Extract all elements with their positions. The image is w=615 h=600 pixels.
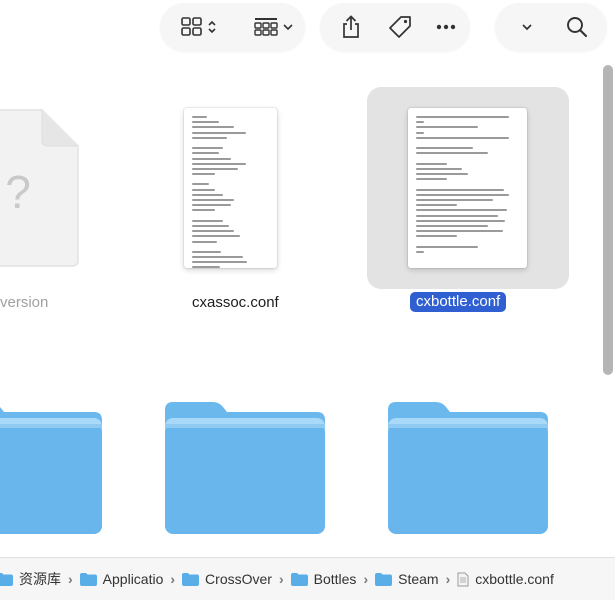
search-icon: [567, 17, 588, 38]
nav-group: [495, 3, 607, 51]
path-label: Steam: [398, 571, 439, 587]
path-separator: ›: [278, 571, 284, 587]
path-item-steam[interactable]: Steam: [375, 571, 439, 587]
file-label-cxassoc: cxassoc.conf: [192, 294, 279, 311]
chevron-down-icon: [282, 24, 293, 31]
actions-group: [320, 3, 470, 51]
document-preview: [192, 116, 269, 268]
path-item-library[interactable]: 资源库: [0, 569, 61, 589]
path-label: Bottles: [313, 571, 357, 587]
folder-item[interactable]: [0, 400, 104, 535]
share-button[interactable]: [328, 3, 374, 51]
finder-window: ? version cxassoc.conf cxbottle.conf 资源库…: [0, 0, 615, 600]
group-by-icon: [253, 18, 278, 36]
path-item-cxbottle[interactable]: cxbottle.conf: [457, 571, 554, 587]
file-item-cxbottle[interactable]: [408, 108, 527, 268]
share-icon: [343, 15, 359, 38]
path-label: cxbottle.conf: [475, 571, 554, 587]
path-item-crossover[interactable]: CrossOver: [182, 571, 272, 587]
up-down-chevron-icon: [208, 20, 216, 34]
generic-file-icon: ?: [0, 109, 79, 267]
tag-icon: [389, 16, 411, 38]
path-item-applications[interactable]: Applicatio: [79, 571, 164, 587]
folder-icon: [165, 402, 325, 534]
folder-icon: [0, 572, 13, 586]
tag-button[interactable]: [378, 3, 422, 51]
more-button[interactable]: [426, 3, 466, 51]
path-label: Applicatio: [102, 571, 164, 587]
file-label-cxbottle: cxbottle.conf: [410, 292, 507, 312]
folder-icon: [79, 572, 97, 586]
folder-item[interactable]: [161, 400, 327, 535]
folder-icon: [182, 572, 200, 586]
file-item-cxassoc[interactable]: [184, 108, 277, 268]
overflow-chevron-button[interactable]: [509, 3, 545, 51]
path-separator: ›: [68, 571, 73, 587]
file-icon: [457, 572, 469, 586]
search-button[interactable]: [557, 3, 597, 51]
view-mode-button[interactable]: [168, 3, 230, 51]
view-options-group: [160, 3, 305, 51]
grid-view-icon: [181, 17, 202, 36]
file-item-version[interactable]: ?: [0, 108, 80, 268]
toolbar: [0, 0, 615, 62]
group-by-button[interactable]: [244, 3, 302, 51]
path-label: CrossOver: [205, 571, 272, 587]
path-label: 资源库: [19, 571, 61, 587]
vertical-scrollbar[interactable]: [603, 65, 613, 375]
path-bar: 资源库 › Applicatio › CrossOver › Bottles ›: [0, 557, 615, 600]
file-label-version: version: [0, 294, 49, 311]
chevron-down-icon: [522, 24, 532, 31]
folder-icon: [0, 407, 102, 534]
folder-icon: [375, 572, 393, 586]
document-preview: [416, 116, 519, 260]
folder-icon: [290, 572, 308, 586]
path-separator: ›: [170, 571, 176, 587]
more-icon: [436, 24, 456, 30]
folder-item[interactable]: [384, 400, 550, 535]
svg-text:?: ?: [5, 166, 31, 218]
folder-icon: [388, 402, 548, 534]
path-separator: ›: [445, 571, 451, 587]
path-separator: ›: [363, 571, 369, 587]
path-item-bottles[interactable]: Bottles: [290, 571, 357, 587]
